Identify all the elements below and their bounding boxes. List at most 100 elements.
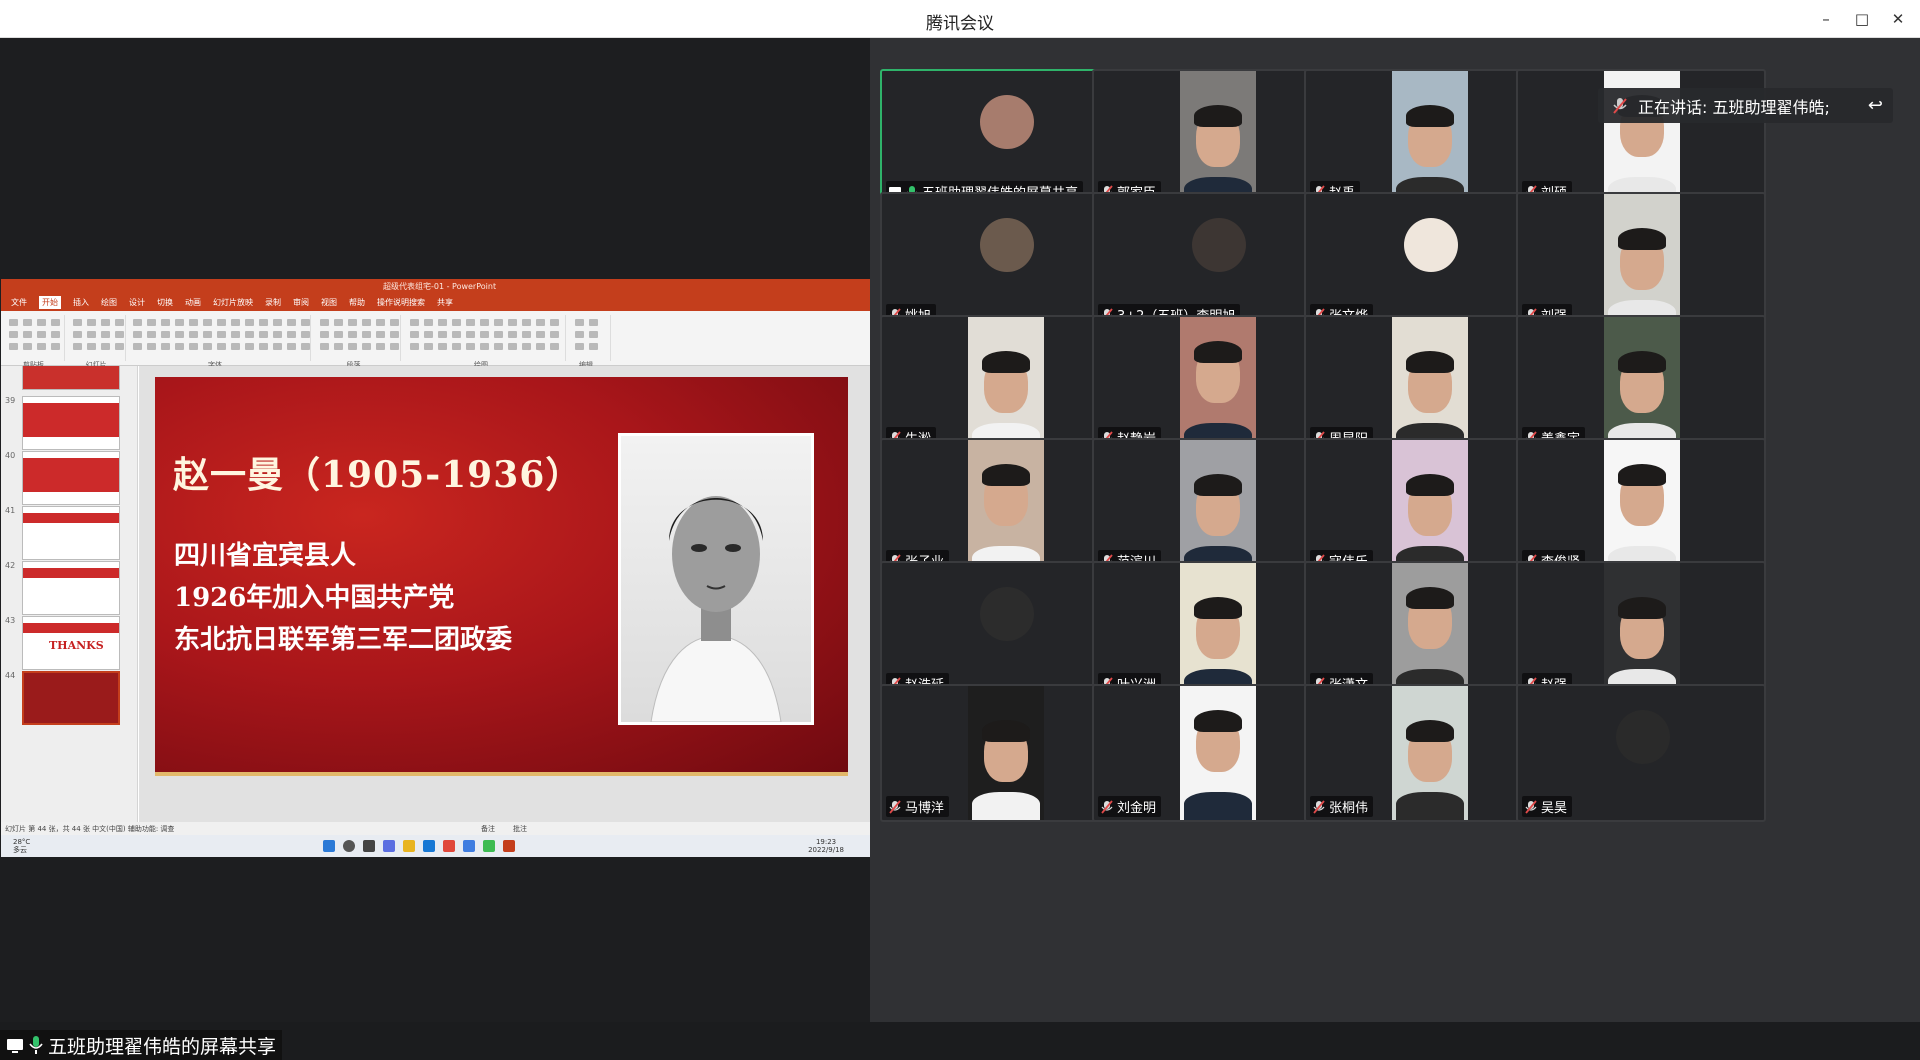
ribbon-tool-icon[interactable] <box>37 319 46 326</box>
ribbon-tool-icon[interactable] <box>320 319 329 326</box>
ppt-menu-item[interactable]: 视图 <box>321 297 337 308</box>
ribbon-tool-icon[interactable] <box>508 331 517 338</box>
close-button[interactable]: ✕ <box>1880 0 1916 38</box>
ribbon-tool-icon[interactable] <box>452 319 461 326</box>
ribbon-tool-icon[interactable] <box>9 343 18 350</box>
slide-thumbnail[interactable] <box>22 561 120 615</box>
slide-thumbnail[interactable]: THANKS <box>22 616 120 670</box>
ribbon-tool-icon[interactable] <box>424 343 433 350</box>
ribbon-tool-icon[interactable] <box>203 343 212 350</box>
ribbon-tool-icon[interactable] <box>147 343 156 350</box>
edge-icon[interactable] <box>423 840 435 852</box>
ribbon-tool-icon[interactable] <box>231 331 240 338</box>
comments-button[interactable]: 批注 <box>513 824 527 834</box>
start-icon[interactable] <box>323 840 335 852</box>
ribbon-tool-icon[interactable] <box>115 319 124 326</box>
ribbon-tool-icon[interactable] <box>362 343 371 350</box>
ribbon-tool-icon[interactable] <box>376 331 385 338</box>
ppt-menu-item[interactable]: 插入 <box>73 297 89 308</box>
ribbon-tool-icon[interactable] <box>189 331 198 338</box>
ribbon-tool-icon[interactable] <box>390 319 399 326</box>
task-view-icon[interactable] <box>363 840 375 852</box>
ribbon-tool-icon[interactable] <box>161 343 170 350</box>
ribbon-tool-icon[interactable] <box>575 343 584 350</box>
ribbon-tool-icon[interactable] <box>522 331 531 338</box>
ppt-menu-item[interactable]: 动画 <box>185 297 201 308</box>
ribbon-tool-icon[interactable] <box>508 343 517 350</box>
powerpoint-icon[interactable] <box>503 840 515 852</box>
slide-thumbnail-panel[interactable]: 39 40 41 42 43 THANKS 44 <box>1 366 138 822</box>
ribbon-tool-icon[interactable] <box>348 319 357 326</box>
ribbon-tool-icon[interactable] <box>536 319 545 326</box>
ribbon-tool-icon[interactable] <box>424 319 433 326</box>
ribbon-tool-icon[interactable] <box>522 343 531 350</box>
ribbon-tool-icon[interactable] <box>73 319 82 326</box>
ribbon-tool-icon[interactable] <box>589 343 598 350</box>
ppt-menu-item[interactable]: 录制 <box>265 297 281 308</box>
ribbon-tool-icon[interactable] <box>452 331 461 338</box>
ribbon-tool-icon[interactable] <box>438 343 447 350</box>
ribbon-tool-icon[interactable] <box>410 343 419 350</box>
ribbon-tool-icon[interactable] <box>424 331 433 338</box>
participant-tile[interactable]: 刘强 <box>1516 192 1766 330</box>
search-icon[interactable] <box>343 840 355 852</box>
chat-icon[interactable] <box>383 840 395 852</box>
ribbon-tool-icon[interactable] <box>301 343 310 350</box>
ribbon-tool-icon[interactable] <box>508 319 517 326</box>
ribbon-tool-icon[interactable] <box>175 319 184 326</box>
ribbon-tool-icon[interactable] <box>101 331 110 338</box>
ribbon-tool-icon[interactable] <box>376 319 385 326</box>
ribbon-tool-icon[interactable] <box>217 343 226 350</box>
ribbon-tool-icon[interactable] <box>259 331 268 338</box>
ribbon-tool-icon[interactable] <box>37 343 46 350</box>
minimize-button[interactable]: – <box>1808 0 1844 38</box>
ribbon-tool-icon[interactable] <box>101 343 110 350</box>
ribbon-tool-icon[interactable] <box>480 343 489 350</box>
ribbon-tool-icon[interactable] <box>320 343 329 350</box>
ribbon-tool-icon[interactable] <box>115 331 124 338</box>
ribbon-tool-icon[interactable] <box>101 319 110 326</box>
participant-tile[interactable]: 姜鑫宇 <box>1516 315 1766 453</box>
ribbon-tool-icon[interactable] <box>522 319 531 326</box>
ribbon-tool-icon[interactable] <box>494 331 503 338</box>
ribbon-tool-icon[interactable] <box>390 331 399 338</box>
ribbon-tool-icon[interactable] <box>245 319 254 326</box>
ribbon-tool-icon[interactable] <box>466 319 475 326</box>
ribbon-tool-icon[interactable] <box>301 319 310 326</box>
ribbon-tool-icon[interactable] <box>73 331 82 338</box>
ribbon-tool-icon[interactable] <box>133 319 142 326</box>
ppt-menu-item[interactable]: 幻灯片放映 <box>213 297 253 308</box>
clock[interactable]: 19:23 2022/9/18 <box>808 838 844 854</box>
notes-button[interactable]: 备注 <box>481 824 495 834</box>
ribbon-tool-icon[interactable] <box>189 343 198 350</box>
ribbon-tool-icon[interactable] <box>9 331 18 338</box>
participant-tile[interactable]: 李俊贤 <box>1516 438 1766 576</box>
ribbon-tool-icon[interactable] <box>175 331 184 338</box>
ribbon-tool-icon[interactable] <box>589 319 598 326</box>
ribbon-tool-icon[interactable] <box>23 331 32 338</box>
ribbon-tool-icon[interactable] <box>494 343 503 350</box>
ribbon-tool-icon[interactable] <box>217 319 226 326</box>
ribbon-tool-icon[interactable] <box>536 343 545 350</box>
participant-tile[interactable]: 吴昊 <box>1516 684 1766 822</box>
ribbon-tool-icon[interactable] <box>23 343 32 350</box>
ppt-menu-item[interactable]: 绘图 <box>101 297 117 308</box>
ribbon-tool-icon[interactable] <box>73 343 82 350</box>
ribbon-tool-icon[interactable] <box>273 343 282 350</box>
ribbon-tool-icon[interactable] <box>259 319 268 326</box>
app-icon[interactable] <box>443 840 455 852</box>
back-arrow-icon[interactable]: ↩ <box>1868 95 1883 116</box>
maximize-button[interactable]: □ <box>1844 0 1880 38</box>
meeting-icon[interactable] <box>463 840 475 852</box>
ribbon-tool-icon[interactable] <box>348 331 357 338</box>
ribbon-tool-icon[interactable] <box>390 343 399 350</box>
ribbon-tool-icon[interactable] <box>189 319 198 326</box>
wechat-icon[interactable] <box>483 840 495 852</box>
ribbon-tool-icon[interactable] <box>175 343 184 350</box>
ribbon-tool-icon[interactable] <box>287 331 296 338</box>
ribbon-tool-icon[interactable] <box>410 331 419 338</box>
ribbon-tool-icon[interactable] <box>348 343 357 350</box>
slide-thumbnail[interactable] <box>22 671 120 725</box>
ribbon-tool-icon[interactable] <box>334 331 343 338</box>
ribbon-tool-icon[interactable] <box>51 319 60 326</box>
